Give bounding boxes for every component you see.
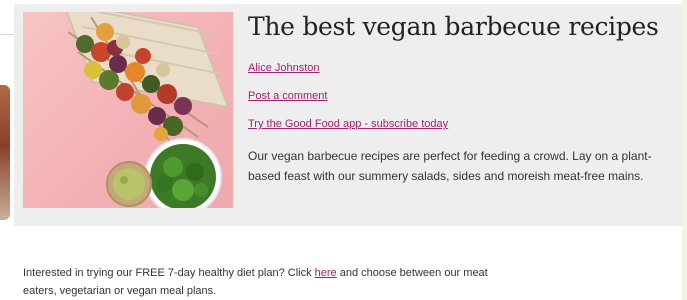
article-hero: The best vegan barbecue recipes Alice Jo… bbox=[14, 4, 682, 226]
hero-image bbox=[23, 12, 233, 208]
adjacent-food-image bbox=[0, 85, 10, 220]
promo-text-before: Interested in trying our FREE 7-day heal… bbox=[23, 267, 315, 279]
right-page-edge bbox=[682, 0, 687, 300]
article-description: Our vegan barbecue recipes are perfect f… bbox=[248, 149, 652, 183]
diet-plan-link[interactable]: here bbox=[315, 267, 337, 279]
divider bbox=[0, 34, 14, 35]
diet-plan-promo: Interested in trying our FREE 7-day heal… bbox=[23, 264, 493, 300]
subscribe-app-link[interactable]: Try the Good Food app - subscribe today bbox=[248, 118, 448, 130]
left-card-edge bbox=[0, 0, 14, 300]
page-title: The best vegan barbecue recipes bbox=[248, 12, 659, 41]
post-comment-link[interactable]: Post a comment bbox=[248, 90, 327, 102]
author-link[interactable]: Alice Johnston bbox=[248, 62, 320, 74]
